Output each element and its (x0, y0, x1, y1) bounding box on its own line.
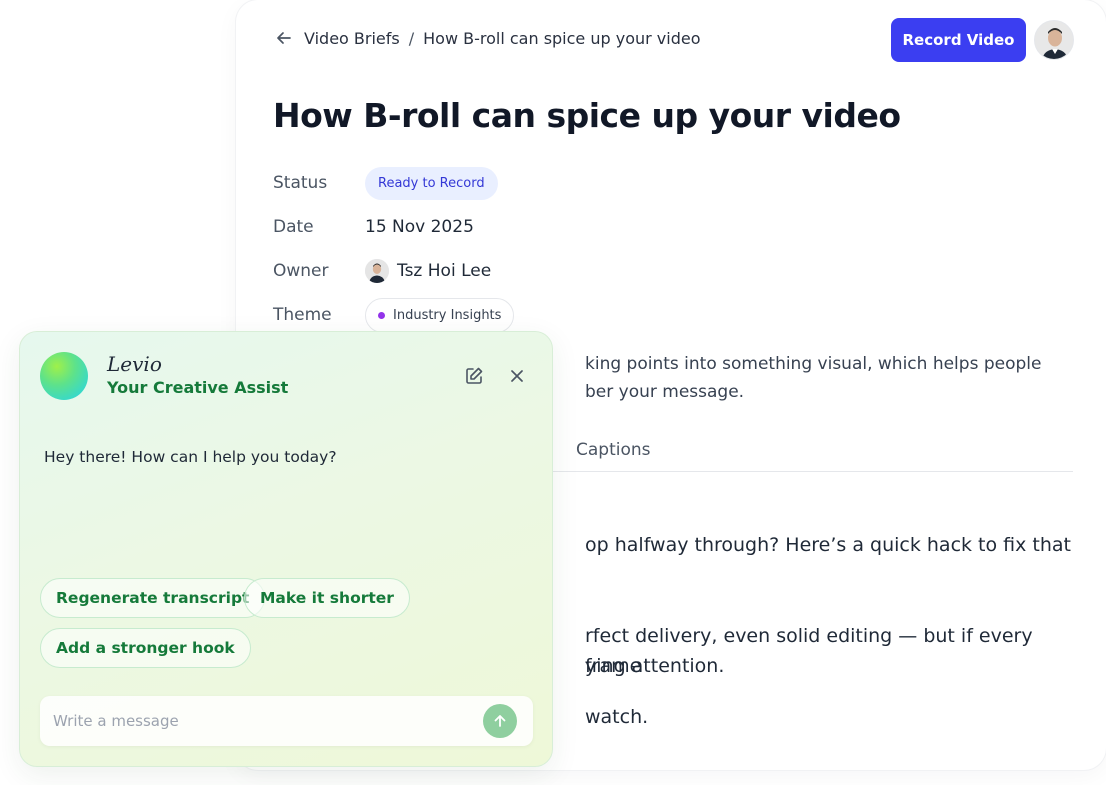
status-row: Status Ready to Record (273, 165, 498, 201)
user-avatar[interactable] (1034, 20, 1074, 60)
theme-value: Industry Insights (393, 307, 502, 323)
owner-avatar (365, 259, 389, 283)
assistant-subtitle: Your Creative Assist (107, 378, 289, 397)
owner-row: Owner Tsz Hoi Lee (273, 253, 491, 289)
suggestion-make-shorter[interactable]: Make it shorter (244, 578, 410, 618)
breadcrumb: Video Briefs / How B-roll can spice up y… (274, 28, 701, 48)
owner-name[interactable]: Tsz Hoi Lee (397, 261, 491, 281)
status-badge[interactable]: Ready to Record (365, 166, 498, 200)
message-composer (40, 696, 533, 746)
assistant-panel: Levio Your Creative Assist Hey there! Ho… (19, 331, 553, 767)
owner-label: Owner (273, 261, 329, 281)
message-input[interactable] (53, 709, 473, 733)
edit-button[interactable] (462, 364, 486, 388)
suggestion-regenerate-transcript[interactable]: Regenerate transcript (40, 578, 266, 618)
record-video-button[interactable]: Record Video (891, 18, 1026, 62)
breadcrumb-parent-link[interactable]: Video Briefs (304, 29, 400, 48)
suggestion-stronger-hook[interactable]: Add a stronger hook (40, 628, 251, 668)
send-arrow-icon (494, 715, 506, 727)
theme-dot-icon (378, 311, 385, 319)
back-arrow-icon[interactable] (274, 28, 294, 48)
breadcrumb-current: How B-roll can spice up your video (423, 28, 701, 48)
theme-badge[interactable]: Industry Insights (365, 297, 515, 333)
theme-label: Theme (273, 305, 332, 325)
close-button[interactable] (505, 364, 529, 388)
date-row: Date 15 Nov 2025 (273, 209, 474, 245)
top-bar: Video Briefs / How B-roll can spice up y… (236, 18, 1106, 62)
status-label: Status (273, 173, 328, 193)
assistant-orb-icon (40, 352, 88, 400)
assistant-name: Levio (107, 352, 162, 376)
edit-icon (466, 367, 483, 384)
date-value[interactable]: 15 Nov 2025 (365, 217, 474, 237)
date-label: Date (273, 217, 314, 237)
assistant-greeting: Hey there! How can I help you today? (44, 448, 337, 466)
breadcrumb-separator: / (408, 28, 415, 48)
tab-captions[interactable]: Captions (576, 440, 651, 460)
page-title: How B-roll can spice up your video (273, 96, 901, 135)
send-button[interactable] (483, 704, 517, 738)
close-icon (511, 370, 523, 382)
theme-row: Theme Industry Insights (273, 297, 515, 333)
user-avatar-image (1035, 21, 1073, 59)
